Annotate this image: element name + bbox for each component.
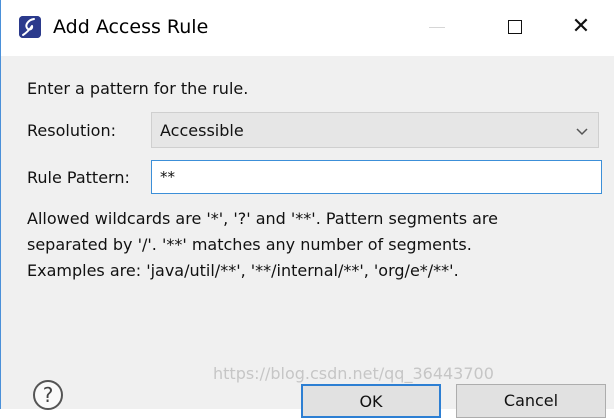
title-bar[interactable]: Add Access Rule ✕ bbox=[1, 0, 614, 56]
ok-button[interactable]: OK bbox=[301, 384, 441, 418]
resolution-selected-value: Accessible bbox=[160, 121, 244, 140]
rule-pattern-label: Rule Pattern: bbox=[27, 168, 130, 187]
help-text-line-2: separated by '/'. '**' matches any numbe… bbox=[27, 235, 472, 254]
resolution-label: Resolution: bbox=[27, 121, 116, 140]
instruction-text: Enter a pattern for the rule. bbox=[27, 79, 249, 98]
maximize-icon bbox=[508, 20, 522, 34]
watermark-text: https://blog.csdn.net/qq_36443700 bbox=[213, 364, 494, 383]
chevron-down-icon bbox=[576, 128, 588, 136]
close-button[interactable]: ✕ bbox=[561, 10, 601, 44]
rule-pattern-input[interactable] bbox=[151, 160, 602, 194]
minimize-button[interactable] bbox=[417, 10, 457, 44]
add-access-rule-dialog: Add Access Rule ✕ Enter a pattern for th… bbox=[0, 0, 614, 418]
help-text-line-3: Examples are: 'java/util/**', '**/intern… bbox=[27, 261, 459, 280]
resolution-select[interactable]: Accessible bbox=[151, 112, 599, 148]
minimize-icon bbox=[429, 26, 445, 28]
cancel-button[interactable]: Cancel bbox=[456, 384, 606, 418]
help-icon[interactable]: ? bbox=[33, 380, 63, 410]
eclipse-app-icon bbox=[19, 16, 41, 38]
help-text-line-1: Allowed wildcards are '*', '?' and '**'.… bbox=[27, 209, 498, 228]
close-icon: ✕ bbox=[571, 14, 591, 39]
maximize-button[interactable] bbox=[495, 10, 535, 44]
window-title: Add Access Rule bbox=[53, 16, 209, 38]
